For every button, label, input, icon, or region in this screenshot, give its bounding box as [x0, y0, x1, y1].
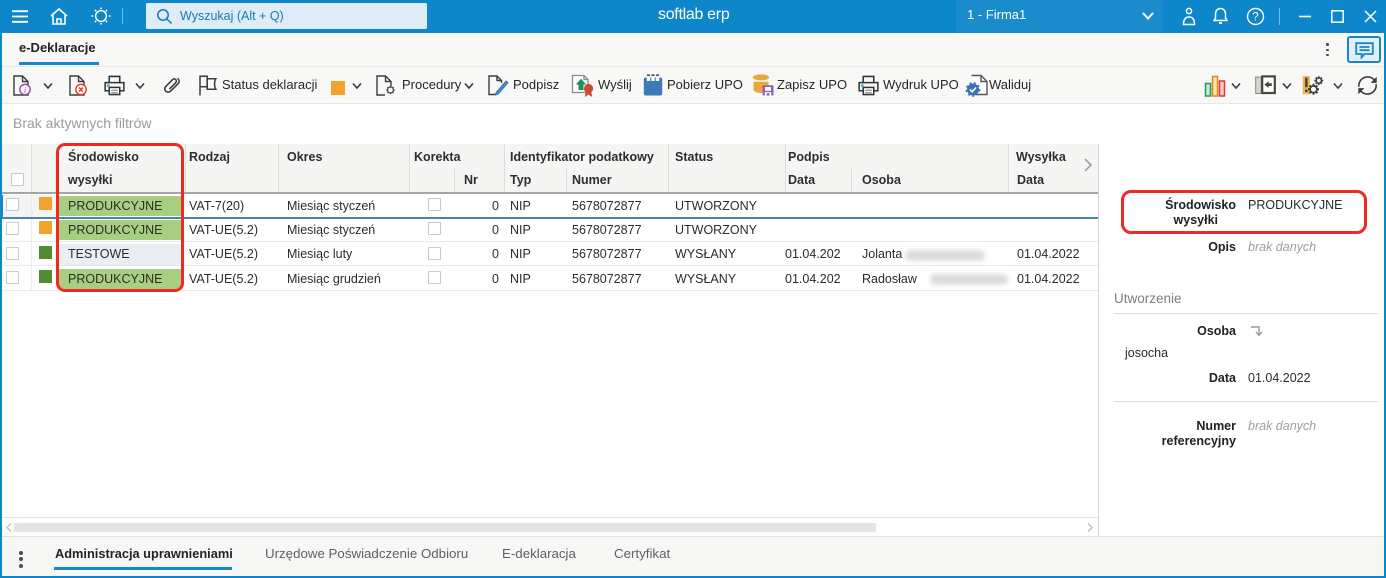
- svg-text:?: ?: [1252, 12, 1258, 24]
